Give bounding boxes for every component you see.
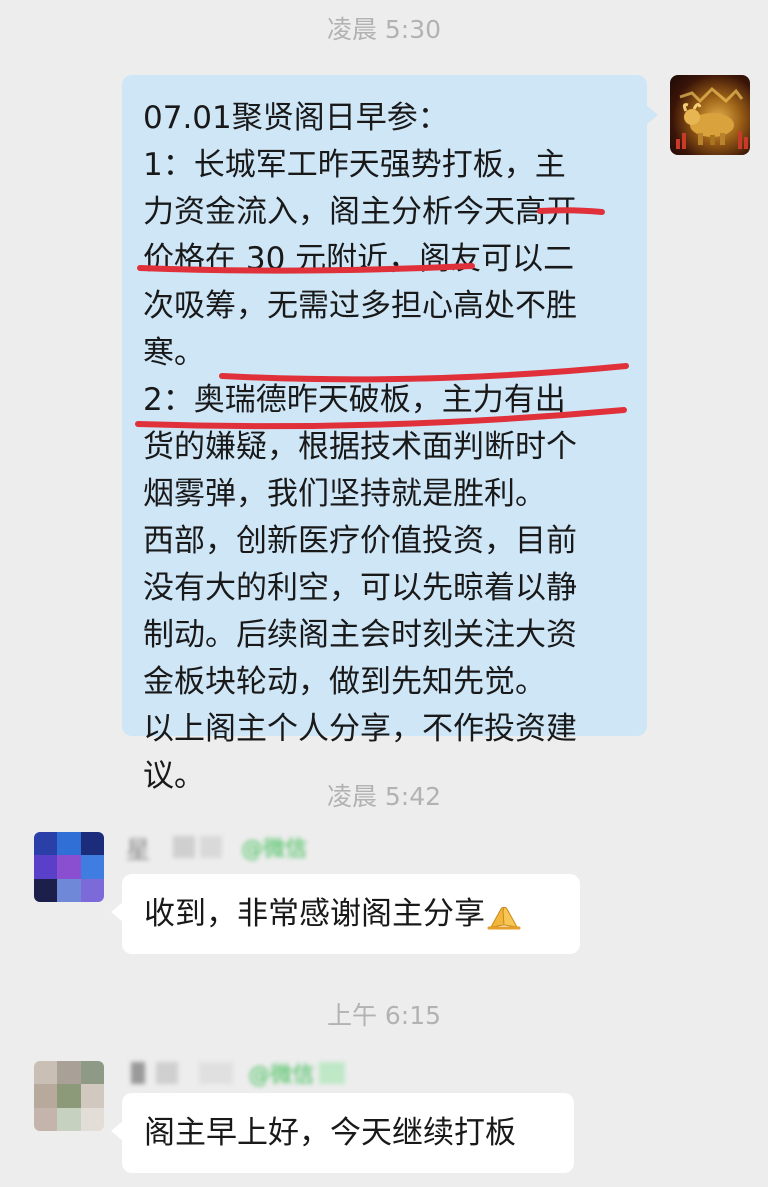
sender-name-redacted: @微信 — [126, 1062, 366, 1090]
message-line: 制动。后续阁主会时刻关注大资 — [143, 617, 577, 653]
message-line: 力资金流入，阁主分析今天高开 — [143, 194, 577, 230]
message-line: 以上阁主个人分享，不作投资建 — [143, 711, 577, 747]
timestamp-0615: 上午 6:15 — [326, 1001, 442, 1030]
timestamp-0530: 凌晨 5:30 — [326, 15, 442, 44]
message-line: 寒。 — [143, 335, 205, 371]
message-line: 07.01聚贤阁日早参： — [143, 100, 449, 136]
reply-text: 收到，非常感谢阁主分享 — [144, 896, 485, 932]
message-line: 1：长城军工昨天强势打板，主 — [143, 147, 566, 183]
reply-message-bubble[interactable]: 阁主早上好，今天继续打板 — [111, 1093, 574, 1173]
pixelated-avatar-icon[interactable] — [34, 1061, 104, 1131]
wechat-tag: @微信 — [241, 837, 308, 862]
message-line: 价格在 30 元附近，阁友可以二 — [143, 241, 575, 277]
sender-name-redacted: 星 @微信 — [126, 836, 316, 864]
message-line: 货的嫌疑，根据技术面判断时个 — [143, 429, 577, 465]
message-line: 没有大的利空，可以先晾着以静 — [143, 570, 577, 606]
folded-hands-emoji-icon — [487, 906, 521, 929]
reply-text: 阁主早上好，今天继续打板 — [144, 1115, 516, 1151]
message-line: 次吸筹，无需过多担心高处不胜 — [143, 288, 577, 324]
self-message-bubble[interactable]: 07.01聚贤阁日早参： 1：长城军工昨天强势打板，主 力资金流入，阁主分析今天… — [122, 75, 658, 794]
message-line: 议。 — [143, 758, 205, 794]
golden-bull-avatar-icon[interactable] — [670, 75, 750, 155]
wechat-tag: @微信 — [248, 1063, 315, 1088]
pixelated-avatar-icon[interactable] — [34, 832, 104, 902]
reply-message-bubble[interactable]: 收到，非常感谢阁主分享 — [111, 874, 580, 954]
message-line: 西部，创新医疗价值投资，目前 — [143, 523, 577, 559]
sender-name: 星 — [126, 836, 150, 864]
message-line: 烟雾弹，我们坚持就是胜利。 — [143, 476, 546, 512]
message-line: 金板块轮动，做到先知先觉。 — [143, 664, 546, 700]
message-line: 2：奥瑞德昨天破板，主力有出 — [143, 382, 566, 418]
